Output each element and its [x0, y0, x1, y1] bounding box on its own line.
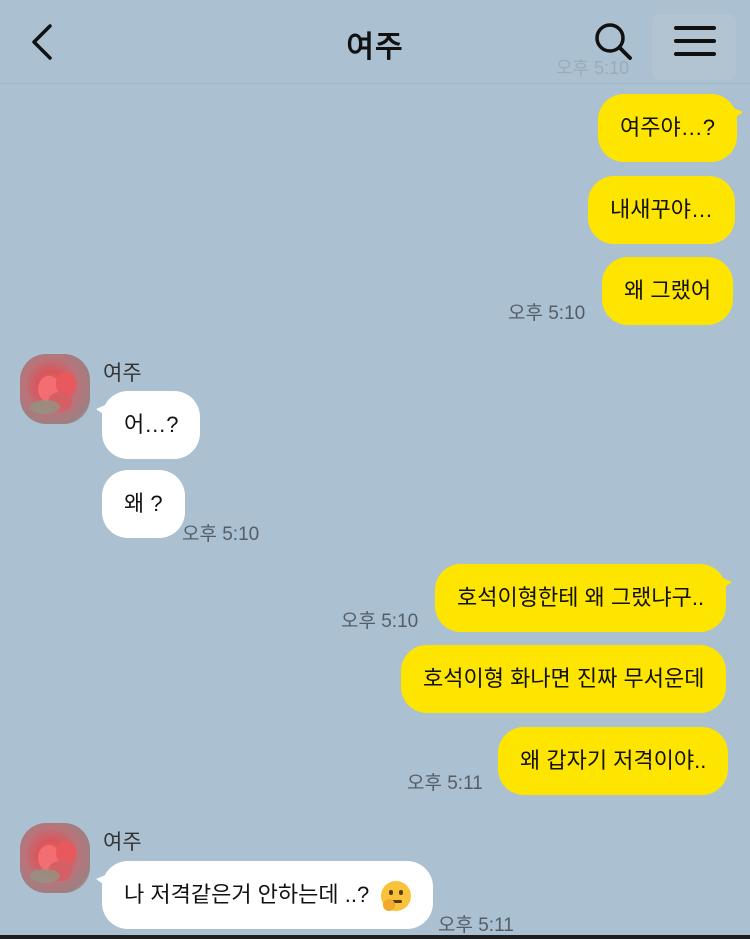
- screen-bottom-edge: [0, 935, 750, 939]
- message-bubble-outgoing[interactable]: 호석이형한테 왜 그랬냐구..: [435, 564, 733, 632]
- message-timestamp: 오후 5:10: [508, 303, 586, 324]
- message-text: 나 저격같은거 안하는데 ..?: [124, 882, 370, 907]
- menu-button[interactable]: [652, 14, 736, 80]
- message-bubble-outgoing[interactable]: 호석이형 화나면 진짜 무서운데: [401, 645, 727, 713]
- chat-header: 여주: [0, 0, 750, 84]
- message-timestamp: 오후 5:10: [182, 524, 260, 545]
- avatar[interactable]: [20, 823, 90, 893]
- sender-name: 여주: [103, 831, 142, 854]
- message-bubble-outgoing[interactable]: 내새꾸야…: [588, 176, 735, 244]
- chat-title: 여주: [346, 31, 404, 64]
- message-bubble-outgoing[interactable]: 여주야…?: [598, 94, 743, 162]
- ghost-timestamp: 오후 5:10: [556, 58, 630, 78]
- message-timestamp: 오후 5:11: [407, 773, 483, 794]
- sender-name: 여주: [103, 362, 142, 385]
- thinking-face-emoji: [381, 881, 412, 912]
- message-timestamp: 오후 5:11: [438, 915, 514, 936]
- message-bubble-outgoing[interactable]: 왜 그랬어: [602, 257, 734, 325]
- message-timestamp: 오후 5:10: [341, 611, 419, 632]
- avatar[interactable]: [20, 354, 90, 424]
- message-bubble-outgoing[interactable]: 왜 갑자기 저격이야..: [498, 727, 729, 795]
- message-bubble-incoming[interactable]: 왜 ?: [102, 470, 185, 538]
- message-bubble-incoming[interactable]: 나 저격같은거 안하는데 ..?: [95, 861, 434, 929]
- message-bubble-incoming[interactable]: 어…?: [95, 391, 201, 459]
